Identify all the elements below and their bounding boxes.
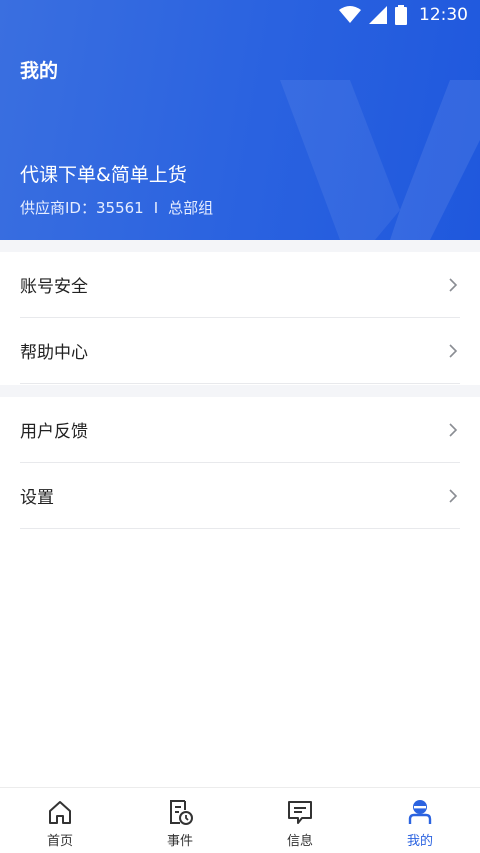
nav-tab-home[interactable]: 首页 xyxy=(0,788,120,853)
menu-item-label: 设置 xyxy=(20,488,54,508)
chevron-right-icon xyxy=(449,422,458,437)
section-gap xyxy=(0,240,480,252)
battery-icon xyxy=(395,5,407,25)
status-time: 12:30 xyxy=(419,5,468,25)
chevron-right-icon xyxy=(449,277,458,292)
shop-name: 代课下单&简单上货 xyxy=(20,164,187,186)
org-name: 总部组 xyxy=(168,199,214,217)
nav-label: 事件 xyxy=(166,834,193,849)
bottom-nav: 首页 事件 信息 我的 xyxy=(0,787,480,853)
menu-group-account: 账号安全 帮助中心 xyxy=(0,252,480,384)
wifi-icon xyxy=(339,6,361,23)
page-title: 我的 xyxy=(20,60,59,82)
profile-screen: 12:30 我的 代课下单&简单上货 供应商ID： 35561 I 总部组 账号… xyxy=(0,0,480,853)
menu-item-label: 账号安全 xyxy=(20,277,88,297)
supplier-id-value: 35561 xyxy=(95,198,144,217)
menu-item-feedback[interactable]: 用户反馈 xyxy=(20,397,460,463)
nav-label: 我的 xyxy=(406,834,433,849)
separator: I xyxy=(153,198,159,217)
supplier-id-label: 供应商ID： xyxy=(20,199,96,217)
nav-tab-events[interactable]: 事件 xyxy=(120,788,240,853)
menu-item-help-center[interactable]: 帮助中心 xyxy=(20,318,460,384)
brand-watermark-icon xyxy=(280,80,480,240)
profile-icon xyxy=(408,800,432,824)
nav-label: 首页 xyxy=(46,834,73,849)
chevron-right-icon xyxy=(449,343,458,358)
menu-group-general: 用户反馈 设置 xyxy=(0,397,480,529)
signal-icon xyxy=(369,6,387,24)
menu-item-label: 用户反馈 xyxy=(20,422,88,442)
profile-header: 12:30 我的 代课下单&简单上货 供应商ID： 35561 I 总部组 xyxy=(0,0,480,240)
nav-tab-profile[interactable]: 我的 xyxy=(360,788,480,853)
chevron-right-icon xyxy=(449,488,458,503)
menu-item-settings[interactable]: 设置 xyxy=(20,463,460,529)
event-icon xyxy=(170,800,193,825)
home-icon xyxy=(49,801,71,824)
menu-item-account-security[interactable]: 账号安全 xyxy=(20,252,460,318)
nav-label: 信息 xyxy=(286,834,313,849)
message-icon xyxy=(288,801,312,824)
menu-item-label: 帮助中心 xyxy=(20,343,88,363)
nav-tab-messages[interactable]: 信息 xyxy=(240,788,360,853)
status-bar: 12:30 xyxy=(339,4,468,26)
section-gap xyxy=(0,385,480,397)
supplier-info: 供应商ID： 35561 I 总部组 xyxy=(20,197,213,218)
